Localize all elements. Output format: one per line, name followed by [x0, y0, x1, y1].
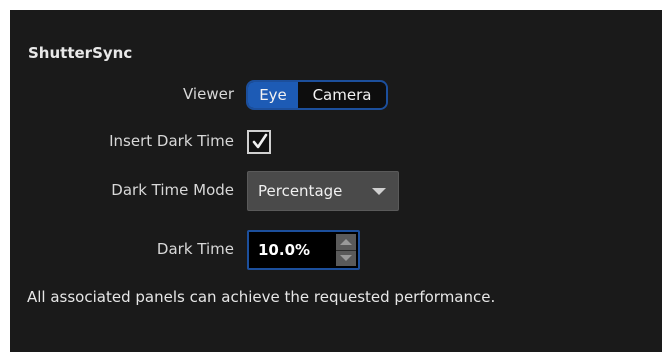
viewer-segmented-control: Eye Camera — [246, 80, 388, 110]
dark-time-stepper — [336, 234, 356, 266]
insert-dark-time-checkbox[interactable] — [247, 130, 271, 154]
viewer-option-camera[interactable]: Camera — [298, 82, 386, 108]
dark-time-label: Dark Time — [156, 240, 234, 258]
arrow-up-icon — [340, 238, 352, 245]
dark-time-input[interactable] — [258, 241, 328, 259]
shuttersync-panel: ShutterSync Viewer Eye Camera Insert Dar… — [10, 10, 662, 352]
arrow-down-icon — [340, 255, 352, 262]
checkmark-icon — [252, 133, 268, 149]
dark-time-mode-label: Dark Time Mode — [111, 181, 234, 199]
increment-button[interactable] — [336, 234, 356, 251]
viewer-option-eye[interactable]: Eye — [248, 82, 298, 108]
decrement-button[interactable] — [336, 251, 356, 267]
status-message: All associated panels can achieve the re… — [27, 288, 496, 306]
viewer-label: Viewer — [183, 85, 234, 103]
dark-time-spinner — [247, 230, 360, 270]
panel-title: ShutterSync — [28, 44, 133, 62]
chevron-down-icon — [372, 188, 386, 195]
dark-time-mode-value: Percentage — [258, 182, 343, 200]
dark-time-mode-dropdown[interactable]: Percentage — [247, 171, 399, 211]
insert-dark-time-label: Insert Dark Time — [109, 132, 234, 150]
